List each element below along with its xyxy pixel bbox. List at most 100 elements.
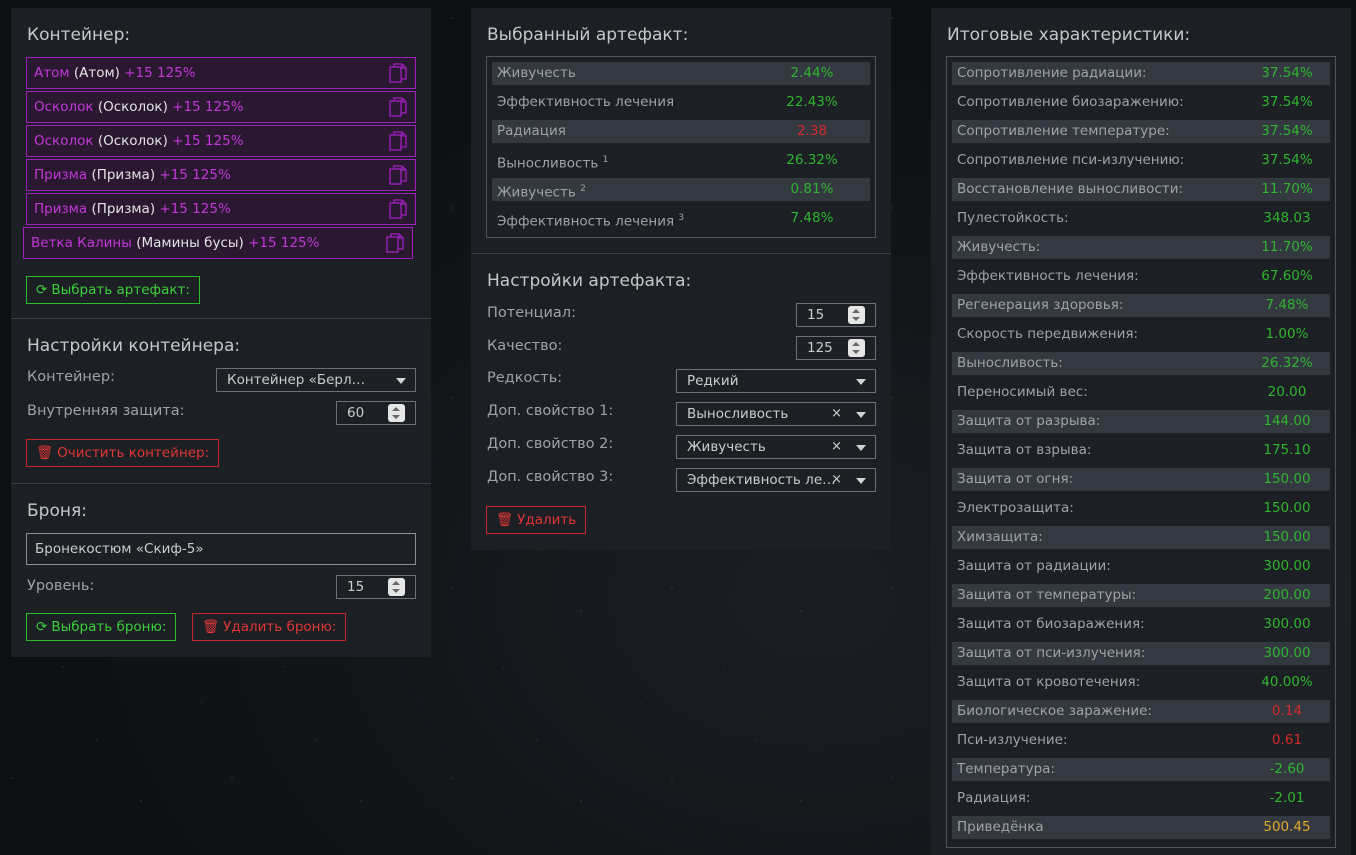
stat-value: 150.00: [1263, 471, 1311, 487]
stat-key-text: Химзащита:: [957, 529, 1043, 545]
stat-value: 37.54%: [1261, 65, 1313, 81]
stat-key: Радиация: [497, 120, 566, 143]
extra3-label: Доп. свойство 3:: [487, 469, 614, 485]
stat-key-text: Эффективность лечения: [497, 213, 675, 230]
stat-key-text: Выносливость: [497, 155, 599, 172]
copy-icon[interactable]: [389, 131, 407, 151]
stat-key: Защита от огня:: [957, 468, 1073, 491]
artifact-level: +15 125%: [172, 99, 244, 115]
stat-row: Биологическое заражение: 0.14: [952, 700, 1330, 723]
stat-value: 2.44%: [790, 65, 834, 81]
artifact-name: Призма: [34, 201, 88, 217]
extra1-select[interactable]: Выносливость ×: [676, 402, 876, 426]
rarity-select[interactable]: Редкий: [676, 369, 876, 393]
stat-value: 300.00: [1263, 558, 1311, 574]
clear-container-button[interactable]: 🗑 Очистить контейнер:: [26, 439, 220, 467]
stat-footnote: 3: [678, 213, 685, 223]
divider: [11, 318, 431, 319]
extra2-select[interactable]: Живучесть ×: [676, 435, 876, 459]
clear-icon[interactable]: ×: [831, 403, 842, 425]
divider: [471, 253, 891, 254]
stat-value: 150.00: [1263, 529, 1311, 545]
stat-key: Защита от температуры:: [957, 584, 1136, 607]
stat-row: Приведёнка 500.45: [952, 816, 1330, 839]
level-label: Уровень:: [27, 578, 95, 594]
stat-key: Сопротивление биозаражению:: [957, 91, 1184, 114]
delete-artifact-button[interactable]: 🗑 Удалить: [486, 506, 587, 534]
copy-icon[interactable]: [389, 165, 407, 185]
artifact-slot[interactable]: Осколок (Осколок) +15 125%: [26, 125, 416, 157]
artifact-source: (Призма): [91, 201, 156, 217]
copy-icon[interactable]: [389, 63, 407, 83]
stat-key-text: Сопротивление радиации:: [957, 65, 1147, 81]
extra3-select[interactable]: Эффективность лечения ×: [676, 468, 876, 492]
copy-icon[interactable]: [389, 97, 407, 117]
spinner-icon[interactable]: [848, 339, 865, 357]
potential-input[interactable]: 15: [796, 303, 876, 327]
chevron-down-icon: [396, 378, 406, 384]
stat-footnote: 1: [602, 155, 609, 165]
stat-row: Защита от кровотечения: 40.00%: [952, 671, 1330, 694]
stat-row: Эффективность лечения: 67.60%: [952, 265, 1330, 288]
stat-key-text: Защита от разрыва:: [957, 413, 1101, 429]
stat-row: Восстановление выносливости: 11.70%: [952, 178, 1330, 201]
select-artifact-button[interactable]: ⟳ Выбрать артефакт:: [26, 276, 200, 304]
spinner-icon[interactable]: [848, 306, 865, 324]
delete-armor-button[interactable]: 🗑 Удалить броню:: [192, 613, 347, 641]
stat-value: 20.00: [1267, 384, 1307, 400]
artifact-slot[interactable]: Ветка Калины (Мамины бусы) +15 125%: [23, 227, 413, 259]
artifact-level: +15 125%: [172, 133, 244, 149]
stat-value: -2.60: [1269, 761, 1305, 777]
stat-value: 26.32%: [786, 152, 838, 168]
armor-title: Броня:: [27, 501, 87, 521]
chevron-down-icon: [856, 445, 866, 451]
stat-key-text: Защита от кровотечения:: [957, 674, 1141, 690]
stat-key: Восстановление выносливости:: [957, 178, 1183, 201]
stat-row: Сопротивление радиации: 37.54%: [952, 62, 1330, 85]
rarity-label: Редкость:: [487, 370, 563, 386]
potential-label: Потенциал:: [487, 305, 576, 321]
artifact-slot[interactable]: Атом (Атом) +15 125%: [26, 57, 416, 89]
container-select[interactable]: Контейнер «Берлога...: [216, 368, 416, 392]
chevron-down-icon: [856, 379, 866, 385]
select-armor-button[interactable]: ⟳ Выбрать броню:: [26, 613, 177, 641]
stat-row: Радиация: -2.01: [952, 787, 1330, 810]
stat-row: Электрозащита: 150.00: [952, 497, 1330, 520]
stat-value: 2.38: [796, 123, 828, 139]
spinner-icon[interactable]: [388, 404, 405, 422]
copy-icon[interactable]: [386, 233, 404, 253]
stat-key: Эффективность лечения:: [957, 265, 1139, 288]
spinner-icon[interactable]: [388, 578, 405, 596]
stat-footnote: 2: [580, 184, 586, 194]
stat-key-text: Защита от радиации:: [957, 558, 1111, 574]
inner-protection-input[interactable]: 60: [336, 401, 416, 425]
stat-value: 37.54%: [1261, 152, 1313, 168]
quality-input[interactable]: 125: [796, 336, 876, 360]
divider: [11, 483, 431, 484]
stat-key: Защита от радиации:: [957, 555, 1111, 578]
stat-value: 300.00: [1263, 645, 1311, 661]
copy-icon[interactable]: [389, 199, 407, 219]
armor-field[interactable]: Бронекостюм «Скиф-5»: [26, 533, 416, 565]
artifact-slot[interactable]: Осколок (Осколок) +15 125%: [26, 91, 416, 123]
artifact-panel: Выбранный артефакт: Живучесть 2.44% Эффект…: [471, 8, 891, 550]
stat-row: Защита от температуры: 200.00: [952, 584, 1330, 607]
stat-key: Химзащита:: [957, 526, 1043, 549]
stat-value: 0.61: [1271, 732, 1303, 748]
artifact-source: (Осколок): [97, 99, 168, 115]
stat-key: Живучесть: [497, 62, 576, 85]
artifact-slot[interactable]: Призма (Призма) +15 125%: [26, 159, 416, 191]
stat-key: Биологическое заражение:: [957, 700, 1152, 723]
clear-icon[interactable]: ×: [831, 469, 842, 491]
stat-row: Эффективность лечения 22.43%: [492, 91, 870, 114]
artifact-slot[interactable]: Призма (Призма) +15 125%: [26, 193, 416, 225]
stat-key: Выносливость:: [957, 352, 1063, 375]
stat-value: 0.14: [1271, 703, 1303, 719]
stat-value: 22.43%: [786, 94, 838, 110]
artifact-source: (Атом): [73, 65, 120, 81]
clear-icon[interactable]: ×: [831, 436, 842, 458]
trash-icon: 🗑: [496, 512, 514, 528]
stat-key-text: Выносливость:: [957, 355, 1063, 371]
stat-row: Сопротивление пси-излучению: 37.54%: [952, 149, 1330, 172]
armor-level-input[interactable]: 15: [336, 575, 416, 599]
